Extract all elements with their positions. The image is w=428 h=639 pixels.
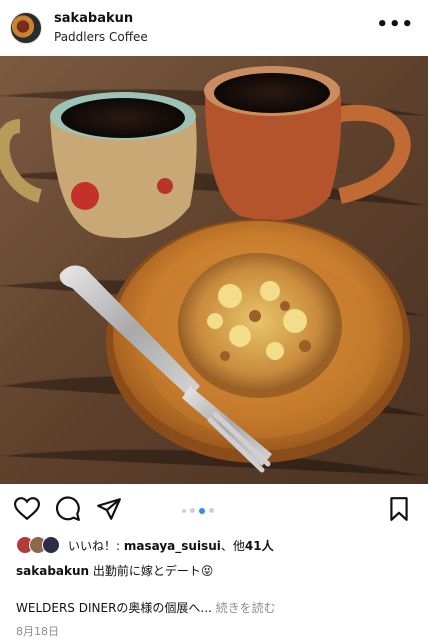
caption-username[interactable]: sakabakun — [16, 564, 89, 578]
caption-more: WELDERS DINERの奥様の個展へ... 続きを読む — [16, 599, 276, 616]
send-icon[interactable] — [96, 496, 122, 522]
post-photo[interactable] — [0, 56, 428, 484]
avatar — [42, 536, 60, 554]
action-bar — [0, 486, 428, 532]
liker-username[interactable]: masaya_suisui — [124, 539, 221, 553]
likes-count[interactable]: 41人 — [245, 539, 274, 553]
carousel-dot — [209, 508, 214, 513]
caption: sakabakun 出勤前に嫁とデート😝 — [16, 562, 213, 579]
likes-row[interactable]: いいね！: masaya_suisui、他41人 — [16, 536, 274, 554]
username[interactable]: sakabakun — [54, 11, 133, 26]
comment-icon[interactable] — [55, 496, 81, 522]
post-header: sakabakun Paddlers Coffee ••• — [0, 0, 428, 56]
carousel-dots — [182, 507, 214, 514]
carousel-dot — [190, 508, 195, 513]
post-date: 8月18日 — [16, 625, 59, 638]
liker-avatars — [16, 536, 64, 554]
avatar[interactable] — [10, 12, 42, 44]
likes-text: いいね！: masaya_suisui、他41人 — [68, 537, 274, 554]
heart-icon[interactable] — [13, 496, 41, 522]
location[interactable]: Paddlers Coffee — [54, 30, 148, 44]
likes-prefix: いいね！: — [68, 538, 124, 553]
carousel-dot-active — [199, 507, 205, 514]
more-dots-icon[interactable]: ••• — [376, 14, 414, 35]
caption-extra: WELDERS DINERの奥様の個展へ... — [16, 601, 216, 615]
carousel-dot — [182, 508, 186, 513]
likes-suffix: 、他 — [220, 538, 245, 553]
caption-text: 出勤前に嫁とデート😝 — [89, 564, 214, 578]
bookmark-icon[interactable] — [386, 496, 412, 522]
read-more-link[interactable]: 続きを読む — [216, 601, 276, 615]
